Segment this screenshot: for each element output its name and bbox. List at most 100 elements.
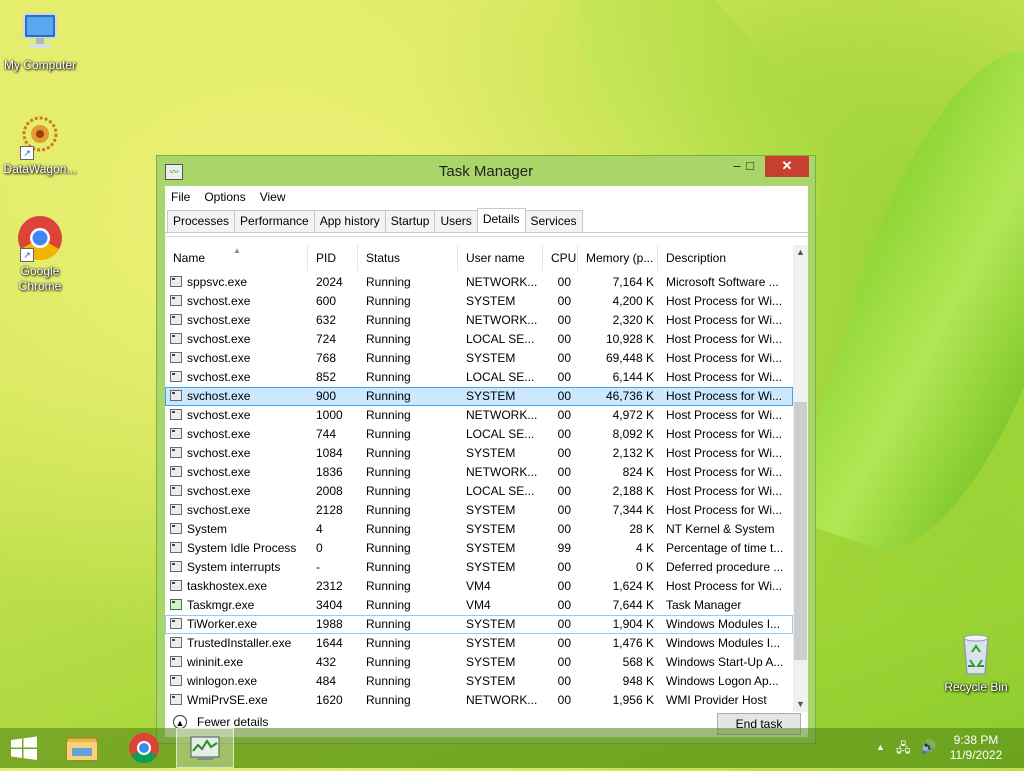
title-bar[interactable]: 〰 Task Manager – □ ✕ (157, 156, 815, 186)
taskbar: ▲ 🖧 🔊 9:38 PM 11/9/2022 (0, 728, 1024, 768)
cell-status: Running (366, 693, 411, 707)
file-explorer-taskbar-button[interactable] (58, 728, 106, 768)
chrome-icon: ↗ (16, 214, 64, 262)
sort-ascending-icon: ▲ (233, 246, 241, 255)
tab-performance[interactable]: Performance (234, 210, 315, 232)
table-row[interactable]: svchost.exe 2008 Running LOCAL SE... 00 2,188… (165, 482, 793, 501)
cell-pid: 1988 (316, 617, 343, 631)
cell-user-name: SYSTEM (466, 389, 516, 403)
column-header-cpu[interactable]: CPU (543, 245, 578, 271)
task-manager-taskbar-button[interactable] (176, 728, 234, 768)
close-button[interactable]: ✕ (765, 156, 809, 177)
cell-name: svchost.exe (187, 370, 251, 384)
cell-status: Running (366, 674, 411, 688)
table-row[interactable]: taskhostex.exe 2312 Running VM4 00 1,624 K Hos… (165, 577, 793, 596)
cell-cpu: 00 (557, 503, 571, 517)
table-row[interactable]: svchost.exe 852 Running LOCAL SE... 00 6,144 … (165, 368, 793, 387)
process-icon (170, 637, 182, 648)
table-row[interactable]: svchost.exe 900 Running SYSTEM 00 46,736 K Hos… (165, 387, 793, 406)
cell-status: Running (366, 484, 411, 498)
cell-status: Running (366, 389, 411, 403)
chrome-taskbar-button[interactable] (120, 728, 168, 768)
desktop-icon-my-computer[interactable]: My Computer (0, 8, 80, 73)
chrome-icon (129, 733, 159, 764)
cell-user-name: SYSTEM (466, 351, 516, 365)
table-row[interactable]: svchost.exe 2128 Running SYSTEM 00 7,344 K Hos… (165, 501, 793, 520)
tab-users[interactable]: Users (434, 210, 478, 232)
cell-status: Running (366, 617, 411, 631)
table-row[interactable]: svchost.exe 744 Running LOCAL SE... 00 8,092 … (165, 425, 793, 444)
table-row[interactable]: wininit.exe 432 Running SYSTEM 00 568 K Window… (165, 653, 793, 672)
table-row[interactable]: System interrupts - Running SYSTEM 00 0 K Defe… (165, 558, 793, 577)
menu-file[interactable]: File (171, 190, 190, 204)
cell-status: Running (366, 636, 411, 650)
scroll-down-arrow-icon[interactable]: ▼ (793, 697, 808, 712)
table-row[interactable]: svchost.exe 1000 Running NETWORK... 00 4,972 … (165, 406, 793, 425)
cell-user-name: NETWORK... (466, 313, 538, 327)
clock[interactable]: 9:38 PM 11/9/2022 (946, 733, 1006, 763)
table-row[interactable]: svchost.exe 1836 Running NETWORK... 00 824 K H… (165, 463, 793, 482)
cell-description: Windows Logon Ap... (666, 674, 779, 688)
cell-cpu: 00 (557, 693, 571, 707)
table-row[interactable]: System Idle Process 0 Running SYSTEM 99 4 K Pe… (165, 539, 793, 558)
computer-icon (16, 8, 64, 56)
desktop-icon-google-chrome[interactable]: ↗ Google Chrome (0, 214, 80, 294)
tab-startup[interactable]: Startup (384, 210, 436, 232)
table-row[interactable]: Taskmgr.exe 3404 Running VM4 00 7,644 K Task M… (165, 596, 793, 615)
column-header-name[interactable]: Name ▲ (165, 245, 308, 271)
volume-icon[interactable]: 🔊 (920, 739, 936, 755)
table-row[interactable]: svchost.exe 600 Running SYSTEM 00 4,200 K Host… (165, 292, 793, 311)
cell-memory: 6,144 K (612, 370, 654, 384)
menu-view[interactable]: View (260, 190, 286, 204)
table-row[interactable]: System 4 Running SYSTEM 00 28 K NT Kernel & Sy… (165, 520, 793, 539)
table-row[interactable]: TrustedInstaller.exe 1644 Running SYSTEM 00 1… (165, 634, 793, 653)
column-header-user-name[interactable]: User name (458, 245, 543, 271)
column-header-description[interactable]: Description (658, 245, 793, 271)
desktop-icon-datawagon[interactable]: ↗ DataWagon... (0, 112, 80, 177)
table-row[interactable]: svchost.exe 1084 Running SYSTEM 00 2,132 K Hos… (165, 444, 793, 463)
table-row[interactable]: svchost.exe 632 Running NETWORK... 00 2,320 K… (165, 311, 793, 330)
maximize-button[interactable]: □ (737, 156, 763, 177)
cell-status: Running (366, 351, 411, 365)
cell-name: svchost.exe (187, 408, 251, 422)
cell-description: Host Process for Wi... (666, 427, 783, 441)
cell-name: svchost.exe (187, 389, 251, 403)
show-hidden-icons-icon[interactable]: ▲ (876, 742, 885, 752)
menu-options[interactable]: Options (204, 190, 245, 204)
table-row[interactable]: sppsvc.exe 2024 Running NETWORK... 00 7,164 K… (165, 273, 793, 292)
tab-app-history[interactable]: App history (313, 210, 386, 232)
tab-details[interactable]: Details (476, 208, 526, 231)
cell-cpu: 00 (557, 560, 571, 574)
table-row[interactable]: TiWorker.exe 1988 Running SYSTEM 00 1,904 K Wi… (165, 615, 793, 634)
tab-processes[interactable]: Processes (167, 210, 236, 232)
task-manager-icon (190, 736, 220, 760)
wallpaper-leaf (784, 23, 1024, 577)
scroll-up-arrow-icon[interactable]: ▲ (793, 245, 808, 260)
table-row[interactable]: svchost.exe 724 Running LOCAL SE... 00 10,928… (165, 330, 793, 349)
tab-services[interactable]: Services (524, 210, 583, 232)
table-row[interactable]: winlogon.exe 484 Running SYSTEM 00 948 K Windo… (165, 672, 793, 691)
cell-memory: 824 K (622, 465, 654, 479)
desktop-icon-recycle-bin[interactable]: Recycle Bin (936, 630, 1016, 695)
cell-name: svchost.exe (187, 484, 251, 498)
table-row[interactable]: WmiPrvSE.exe 1620 Running NETWORK... 00 1,956… (165, 691, 793, 710)
cell-user-name: LOCAL SE... (466, 427, 535, 441)
cell-user-name: SYSTEM (466, 560, 516, 574)
vertical-scrollbar[interactable]: ▲ ▼ (793, 245, 808, 712)
cell-user-name: NETWORK... (466, 275, 538, 289)
network-icon[interactable]: 🖧 (896, 739, 911, 761)
cell-cpu: 00 (557, 332, 571, 346)
column-header-memory[interactable]: Memory (p... (578, 245, 658, 271)
column-header-status[interactable]: Status (358, 245, 458, 271)
cell-memory: 28 K (629, 522, 654, 536)
table-row[interactable]: svchost.exe 768 Running SYSTEM 00 69,448 K Hos… (165, 349, 793, 368)
fewer-details-link[interactable]: ▲ Fewer details (173, 715, 268, 729)
cell-description: Task Manager (666, 598, 742, 612)
process-icon (170, 352, 182, 363)
cell-pid: 744 (316, 427, 337, 441)
scrollbar-thumb[interactable] (794, 402, 807, 660)
cell-memory: 2,132 K (612, 446, 654, 460)
cell-cpu: 00 (557, 674, 571, 688)
start-button[interactable] (0, 728, 48, 768)
column-header-pid[interactable]: PID (308, 245, 358, 271)
